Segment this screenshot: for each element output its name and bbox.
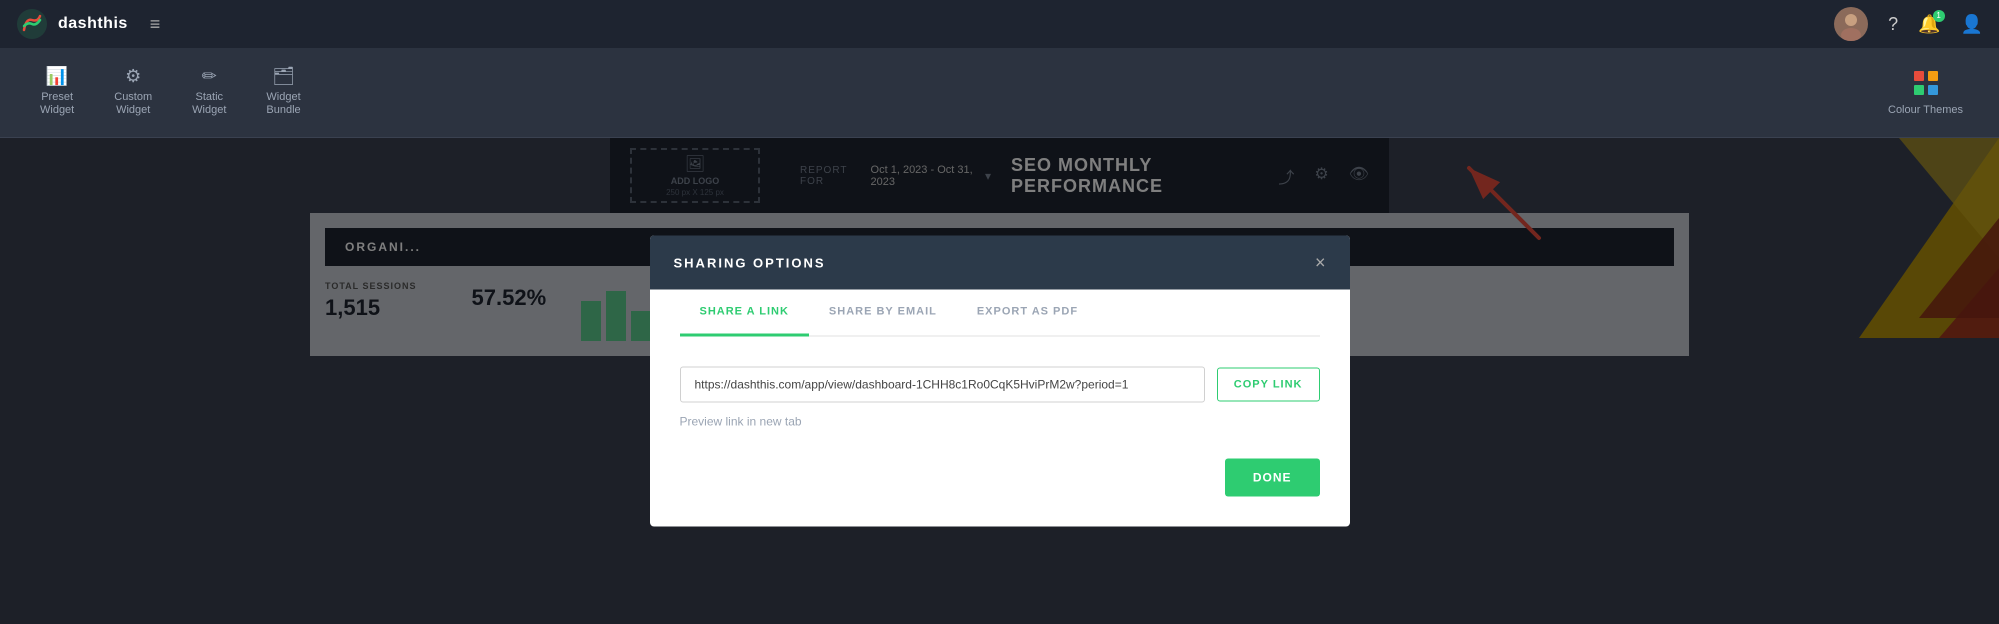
tab-widget-bundle[interactable]: 🗂 WidgetBundle [246, 48, 320, 137]
tab-share-email-label: SHARE BY EMAIL [829, 306, 937, 318]
widget-toolbar: 📊 PresetWidget ⚙ CustomWidget ✏ StaticWi… [0, 48, 1999, 138]
colour-themes-label: Colour Themes [1888, 104, 1963, 116]
tab-custom-widget[interactable]: ⚙ CustomWidget [94, 48, 172, 137]
modal-close-button[interactable]: × [1315, 254, 1326, 272]
tab-export-pdf-label: EXPORT AS PDF [977, 306, 1078, 318]
done-button[interactable]: DONE [1225, 459, 1320, 497]
notifications-button[interactable]: 🔔 1 [1918, 14, 1940, 35]
static-widget-icon: ✏ [202, 66, 217, 87]
static-widget-label: StaticWidget [192, 91, 226, 117]
logo-area: dashthis ≡ [16, 8, 160, 40]
modal-title: SHARING OPTIONS [674, 255, 826, 270]
user-avatar[interactable] [1834, 7, 1868, 41]
top-navigation: dashthis ≡ ? 🔔 1 👤 [0, 0, 1999, 48]
widget-bundle-icon: 🗂 [272, 66, 295, 87]
user-menu-button[interactable]: 👤 [1961, 14, 1983, 35]
modal-header: SHARING OPTIONS × [650, 236, 1350, 290]
tab-share-link-label: SHARE A LINK [700, 306, 789, 318]
link-row: COPY LINK [680, 367, 1320, 403]
nav-right: ? 🔔 1 👤 [1834, 7, 1983, 41]
main-area: 🖼 ADD LOGO 250 px X 125 px REPORT FOR Oc… [0, 138, 1999, 624]
custom-widget-icon: ⚙ [125, 66, 141, 87]
modal-body: SHARE A LINK SHARE BY EMAIL EXPORT AS PD… [650, 290, 1350, 527]
preset-widget-label: PresetWidget [40, 91, 74, 117]
notification-badge: 1 [1933, 10, 1945, 22]
help-button[interactable]: ? [1888, 14, 1898, 35]
custom-widget-label: CustomWidget [114, 91, 152, 117]
tab-static-widget[interactable]: ✏ StaticWidget [172, 48, 246, 137]
modal-footer: DONE [680, 459, 1320, 497]
app-name: dashthis [58, 15, 128, 33]
tab-share-email[interactable]: SHARE BY EMAIL [809, 290, 957, 337]
modal-tabs: SHARE A LINK SHARE BY EMAIL EXPORT AS PD… [680, 290, 1320, 337]
sharing-modal: SHARING OPTIONS × SHARE A LINK SHARE BY … [650, 236, 1350, 527]
copy-link-button[interactable]: COPY LINK [1217, 368, 1320, 402]
tab-share-link[interactable]: SHARE A LINK [680, 290, 809, 337]
hamburger-menu[interactable]: ≡ [150, 14, 161, 35]
preview-link[interactable]: Preview link in new tab [680, 415, 1320, 429]
preset-widget-icon: 📊 [46, 66, 68, 87]
widget-bundle-label: WidgetBundle [266, 91, 300, 117]
tab-colour-themes[interactable]: Colour Themes [1872, 48, 1979, 137]
tab-preset-widget[interactable]: 📊 PresetWidget [20, 48, 94, 137]
share-link-input[interactable] [680, 367, 1205, 403]
tab-export-pdf[interactable]: EXPORT AS PDF [957, 290, 1098, 337]
colour-themes-icon [1912, 69, 1940, 100]
dashthis-logo-icon [16, 8, 48, 40]
